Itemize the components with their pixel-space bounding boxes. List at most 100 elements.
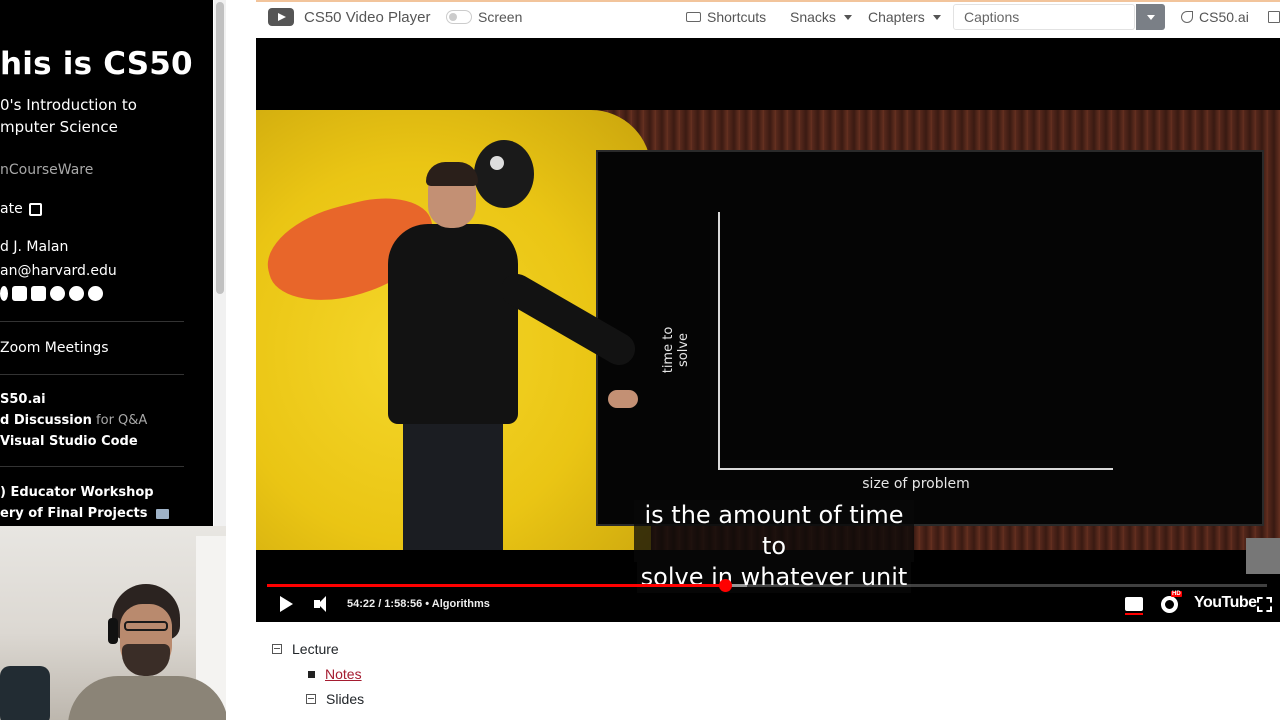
collapse-icon[interactable] — [272, 644, 282, 654]
slides-label: Slides — [326, 691, 365, 707]
play-button[interactable] — [280, 596, 293, 612]
zoom-meetings-link[interactable]: Zoom Meetings — [0, 340, 109, 356]
captions-dropdown-button[interactable] — [1136, 4, 1165, 30]
progress-played — [267, 584, 725, 587]
gear-icon — [1161, 590, 1182, 613]
board-y-label: time to solve — [661, 326, 691, 374]
vscode-link[interactable]: Visual Studio Code — [0, 434, 138, 449]
discussion-note: for Q&A — [96, 413, 148, 428]
toggle-switch[interactable] — [446, 10, 472, 24]
webcam-overlay — [0, 526, 226, 720]
captions-icon — [1125, 597, 1143, 615]
volume-icon — [314, 596, 334, 612]
reddit-icon[interactable] — [50, 286, 65, 301]
course-outline: Lecture Notes Slides — [256, 622, 1280, 720]
lecture-label: Lecture — [292, 641, 339, 657]
shortcuts-button[interactable]: Shortcuts — [686, 6, 766, 28]
caret-down-icon — [1146, 14, 1155, 20]
time-label: 54:22 / 1:58:56 • Algorithms — [347, 598, 490, 610]
notes-link[interactable]: Notes — [325, 666, 362, 682]
webcam-person-beard — [122, 644, 170, 676]
mute-button[interactable] — [314, 596, 334, 612]
fullscreen-icon — [1257, 596, 1272, 612]
social-links — [0, 286, 103, 301]
social-icon[interactable] — [0, 286, 8, 301]
sidebar-divider — [0, 466, 184, 467]
threads-icon[interactable] — [69, 286, 84, 301]
subtitles-button[interactable] — [1125, 596, 1143, 615]
subtitle-line1: is the amount of time to — [634, 500, 914, 562]
cs50ai-button[interactable]: CS50.ai — [1181, 6, 1249, 28]
instagram-icon[interactable] — [12, 286, 27, 301]
outline-item-lecture[interactable]: Lecture — [272, 641, 339, 657]
time-display: 54:22 / 1:58:56 • Algorithms — [347, 596, 490, 612]
player-title: CS50 Video Player — [304, 8, 431, 26]
subtitle-line2: solve in whatever unit — [636, 562, 912, 593]
screen-toggle[interactable]: Screen — [446, 6, 522, 28]
player-brand[interactable]: CS50 Video Player — [268, 6, 430, 28]
external-link-icon — [1268, 11, 1280, 23]
site-subtitle-line1: 0's Introduction to — [0, 96, 137, 114]
lecturer-hair — [426, 162, 478, 186]
discussion-link[interactable]: d Discussion for Q&A — [0, 413, 147, 428]
collapse-icon[interactable] — [306, 694, 316, 704]
cs50ai-link[interactable]: S50.ai — [0, 392, 46, 407]
outline-item-slides[interactable]: Slides — [306, 691, 364, 707]
play-icon — [280, 596, 293, 612]
youtube-logo: YouTube — [1194, 594, 1257, 611]
lecturer — [338, 162, 641, 550]
scrollbar-thumb[interactable] — [216, 2, 224, 294]
video-frame: time to solve size of problem — [256, 110, 1280, 550]
progress-scrubber[interactable] — [718, 579, 732, 592]
caret-down-icon — [843, 14, 852, 20]
sidebar-divider — [0, 321, 184, 322]
caret-down-icon — [932, 14, 941, 20]
linkedin-icon[interactable] — [31, 286, 46, 301]
time-value: 54:22 / 1:58:56 — [347, 598, 423, 610]
webcam-glasses — [124, 621, 168, 631]
headset-icon — [108, 618, 118, 644]
webcam-chair — [0, 666, 50, 720]
cs50ai-label: CS50.ai — [1199, 9, 1249, 25]
board-y-axis — [718, 212, 720, 470]
snacks-label: Snacks — [790, 9, 836, 25]
snacks-dropdown[interactable]: Snacks — [790, 6, 852, 28]
bullet-icon — [308, 670, 315, 678]
external-link-icon — [28, 202, 42, 216]
chapters-dropdown[interactable]: Chapters — [868, 6, 941, 28]
captions-placeholder: Captions — [964, 9, 1020, 25]
settings-button[interactable] — [1161, 590, 1182, 613]
video-player[interactable]: time to solve size of problem is the amo… — [256, 38, 1280, 622]
video-player-icon — [268, 8, 294, 26]
lecturer-hand — [608, 390, 638, 408]
instructor-email[interactable]: an@harvard.edu — [0, 263, 117, 279]
site-subtitle-line2: mputer Science — [0, 118, 118, 136]
sidebar-divider — [0, 374, 184, 375]
top-navbar: CS50 Video Player Screen Shortcuts Snack… — [256, 0, 1280, 32]
board-x-axis — [718, 468, 1113, 470]
final-projects-link[interactable]: ery of Final Projects — [0, 506, 169, 521]
lecturer-legs — [403, 416, 503, 550]
outline-item-notes[interactable]: Notes — [308, 666, 362, 682]
educator-workshop-link[interactable]: ) Educator Workshop — [0, 485, 154, 500]
twitter-icon[interactable] — [88, 286, 103, 301]
board-x-label: size of problem — [862, 476, 970, 492]
donate-link[interactable]: ate — [0, 201, 42, 217]
site-title[interactable]: his is CS50 — [0, 46, 193, 82]
chapter-name[interactable]: Algorithms — [432, 598, 490, 610]
opencourseware-link[interactable]: nCourseWare — [0, 162, 93, 178]
progress-bar[interactable] — [267, 579, 1267, 592]
captions-select[interactable]: Captions — [953, 4, 1135, 30]
video-subtitle: is the amount of time to solve in whatev… — [634, 500, 914, 593]
chapters-label: Chapters — [868, 9, 925, 25]
lecturer-torso — [388, 224, 518, 424]
channel-watermark[interactable] — [1246, 538, 1280, 574]
youtube-button[interactable]: YouTube — [1194, 594, 1257, 611]
shortcuts-label: Shortcuts — [707, 9, 767, 25]
donate-label: ate — [0, 201, 23, 217]
instructor-name: d J. Malan — [0, 239, 69, 255]
image-icon — [155, 508, 169, 519]
open-external-button[interactable] — [1268, 6, 1280, 28]
fullscreen-button[interactable] — [1257, 596, 1272, 612]
screen-label: Screen — [478, 9, 523, 25]
